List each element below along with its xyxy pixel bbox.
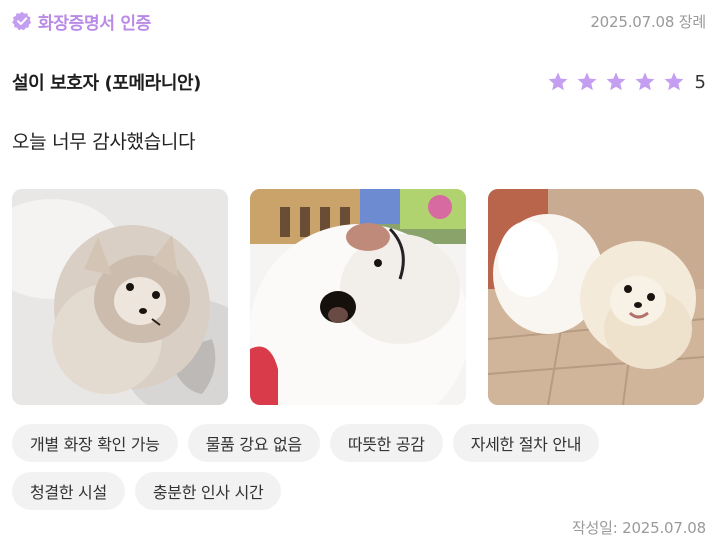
rating-value: 5 (694, 71, 706, 93)
photo-gallery (12, 189, 706, 405)
review-card: 화장증명서 인증 2025.07.08 장례 설이 보호자 (포메라니안) 5 … (0, 0, 720, 550)
review-photo-1[interactable] (12, 189, 228, 405)
author-name: 설이 보호자 (포메라니안) (12, 73, 201, 94)
star-icon (547, 71, 569, 93)
tag-row: 청결한 시설 충분한 인사 시간 (12, 472, 706, 510)
star-icon (663, 71, 685, 93)
star-icon (634, 71, 656, 93)
review-photo-3[interactable] (488, 189, 704, 405)
star-rating: 5 (547, 71, 706, 93)
tag-chip: 자세한 절차 안내 (452, 424, 600, 462)
review-header: 화장증명서 인증 2025.07.08 장례 (12, 8, 706, 34)
tag-chip: 물품 강요 없음 (187, 424, 320, 462)
verified-check-icon (12, 11, 32, 31)
tag-chip: 따뜻한 공감 (329, 424, 443, 462)
star-icon (605, 71, 627, 93)
star-icon (576, 71, 598, 93)
review-text: 오늘 너무 감사했습니다 (12, 131, 196, 153)
tag-row: 개별 화장 확인 가능 물품 강요 없음 따뜻한 공감 자세한 절차 안내 (12, 424, 706, 462)
tag-list: 개별 화장 확인 가능 물품 강요 없음 따뜻한 공감 자세한 절차 안내 청결… (12, 424, 706, 520)
tag-chip: 충분한 인사 시간 (134, 472, 282, 510)
review-photo-2[interactable] (250, 189, 466, 405)
written-date: 작성일: 2025.07.08 (571, 519, 706, 537)
tag-chip: 개별 화장 확인 가능 (12, 424, 178, 462)
certificate-badge: 화장증명서 인증 (12, 9, 151, 34)
author-row: 설이 보호자 (포메라니안) 5 (12, 66, 706, 98)
certificate-label: 화장증명서 인증 (38, 13, 151, 34)
funeral-date: 2025.07.08 장례 (590, 12, 706, 31)
tag-chip: 청결한 시설 (12, 472, 125, 510)
